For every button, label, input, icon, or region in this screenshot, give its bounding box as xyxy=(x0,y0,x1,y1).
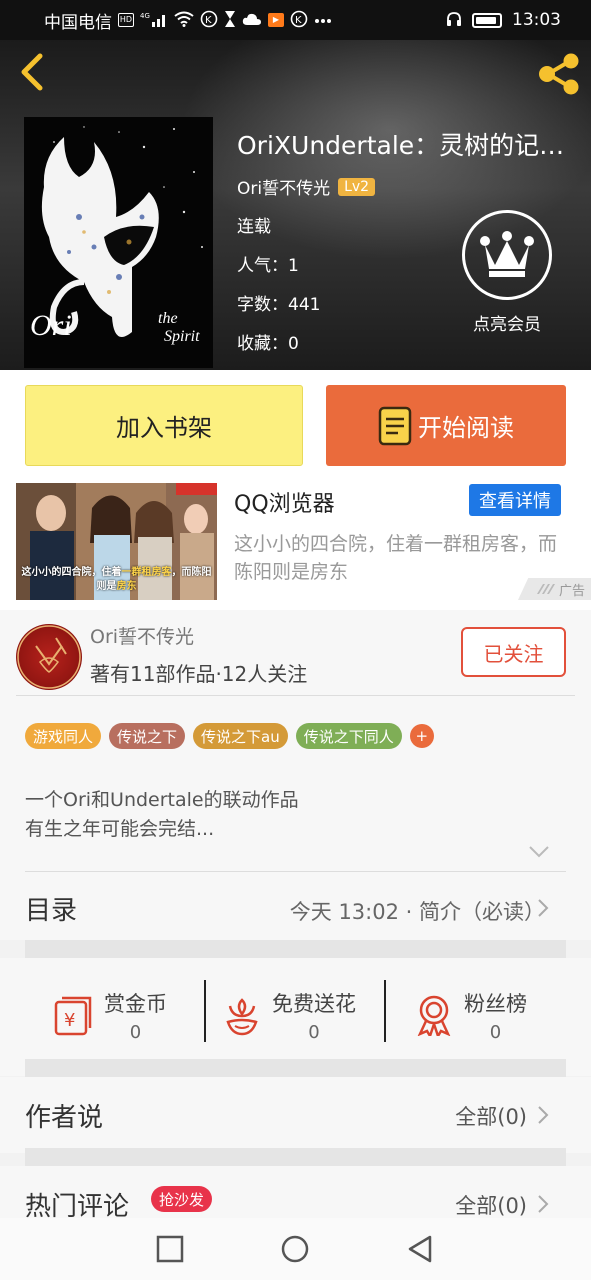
vip-button[interactable]: 点亮会员 xyxy=(462,210,552,335)
author-says-all: 全部(0) xyxy=(455,1105,527,1129)
book-description: 一个Ori和Undertale的联动作品 有生之年可能会完结... xyxy=(25,789,299,840)
cover-art-image: Ori the Spirit xyxy=(24,117,213,368)
author-name[interactable]: Ori誓不传光 xyxy=(90,622,194,649)
ad-details-button[interactable]: 查看详情 xyxy=(469,484,561,516)
cover-title-ori: Ori xyxy=(30,309,72,342)
svg-text:¥: ¥ xyxy=(64,1010,75,1031)
divider xyxy=(204,980,206,1042)
section-gap xyxy=(25,940,566,958)
toc-label: 目录 xyxy=(25,896,78,926)
flower-icon xyxy=(226,998,258,1036)
divider xyxy=(384,980,386,1042)
author-avatar[interactable] xyxy=(16,624,82,690)
headphones-icon xyxy=(446,11,462,30)
start-reading-label: 开始阅读 xyxy=(418,414,514,442)
fan-ranking[interactable]: 粉丝榜 0 xyxy=(414,980,527,1050)
gold-coin-label: 赏金币 xyxy=(104,991,167,1016)
ad-image[interactable]: 这小小的四合院，住着一群租房客，而陈阳 则是房东 xyxy=(16,483,217,600)
send-flower-reward[interactable]: 免费送花 0 xyxy=(222,980,356,1050)
k-app-icon-2: K xyxy=(290,10,308,31)
add-to-shelf-button[interactable]: 加入书架 xyxy=(25,385,303,466)
ad-title: QQ浏览器 xyxy=(234,492,335,517)
system-nav-bar xyxy=(0,1218,591,1280)
share-button[interactable] xyxy=(536,52,582,96)
k-app-icon: K xyxy=(200,10,218,31)
book-details: Ori誓不传光 著有11部作品·12人关注 已关注 游戏同人 传说之下 传说之下… xyxy=(0,610,591,940)
more-tags-button[interactable]: + xyxy=(409,724,434,748)
vip-label: 点亮会员 xyxy=(473,315,541,335)
chevron-right-icon xyxy=(538,899,549,917)
cover-title-the: the xyxy=(158,310,178,327)
fan-ranking-label: 粉丝榜 xyxy=(464,991,527,1016)
hourglass-icon xyxy=(224,10,236,31)
svg-text:4G: 4G xyxy=(140,12,150,20)
recent-apps-button[interactable] xyxy=(156,1235,184,1263)
book-author[interactable]: Ori誓不传光 xyxy=(237,174,330,199)
play-app-icon: ▶ xyxy=(268,13,284,27)
section-gap xyxy=(25,1059,566,1077)
home-button[interactable] xyxy=(281,1235,309,1263)
table-of-contents-row[interactable]: 目录 今天 13:02 · 简介（必读） xyxy=(0,872,591,940)
chevron-right-icon xyxy=(538,1106,549,1124)
book-title: OriXUndertale：灵树的记… xyxy=(237,131,565,160)
share-icon xyxy=(539,53,579,95)
toc-update-info: 今天 13:02 · 简介（必读） xyxy=(289,900,545,924)
start-reading-button[interactable]: 开始阅读 xyxy=(326,385,566,466)
ad-label: 广告 xyxy=(518,578,591,600)
ad-logo-icon xyxy=(536,584,555,594)
ad-banner[interactable]: 这小小的四合院，住着一群租房客，而陈阳 则是房东 QQ浏览器 查看详情 这小小的… xyxy=(0,480,591,610)
book-favorites: 收藏：0 xyxy=(237,334,299,354)
cover-title-spirit: Spirit xyxy=(164,328,200,345)
back-arrow-icon xyxy=(21,53,43,91)
crown-icon xyxy=(462,210,552,300)
send-flower-label: 免费送花 xyxy=(272,991,356,1016)
network-signal-icon: 4G xyxy=(140,11,168,30)
medal-icon xyxy=(417,995,451,1036)
follow-button[interactable]: 已关注 xyxy=(461,627,566,677)
ad-image-caption: 这小小的四合院，住着一群租房客，而陈阳 则是房东 xyxy=(21,567,212,592)
carrier-label: 中国电信 xyxy=(44,12,112,33)
author-says-row[interactable]: 作者说 全部(0) xyxy=(0,1077,591,1153)
action-bar: 加入书架 开始阅读 xyxy=(0,370,591,480)
book-cover[interactable]: Ori the Spirit xyxy=(24,117,213,368)
book-icon xyxy=(378,406,412,445)
hd-icon: HD xyxy=(118,13,134,27)
svg-text:K: K xyxy=(295,15,302,26)
gold-coin-reward[interactable]: ¥ 赏金币 0 xyxy=(52,980,167,1050)
tag-item[interactable]: 游戏同人 xyxy=(25,723,102,749)
tag-item[interactable]: 传说之下同人 xyxy=(295,723,402,749)
author-stats: 著有11部作品·12人关注 xyxy=(90,662,308,686)
divider xyxy=(16,695,575,696)
author-level-badge: Lv2 xyxy=(338,177,376,196)
author-says-label: 作者说 xyxy=(25,1103,104,1133)
back-nav-button[interactable] xyxy=(406,1235,434,1263)
section-gap xyxy=(25,1148,566,1166)
svg-text:K: K xyxy=(205,15,212,26)
hot-comments-all: 全部(0) xyxy=(455,1194,527,1218)
avatar-image xyxy=(17,625,81,689)
hot-comments-row[interactable]: 热门评论 抢沙发 全部(0) xyxy=(0,1166,591,1222)
book-header: Ori the Spirit OriXUndertale：灵树的记… Ori誓不… xyxy=(0,40,591,370)
status-bar: 中国电信 HD 4G K ▶ K 13:03 xyxy=(0,0,591,40)
gold-coin-count: 0 xyxy=(129,1021,142,1043)
gold-coin-icon: ¥ xyxy=(54,996,92,1036)
cloud-icon xyxy=(242,11,262,30)
fan-ranking-count: 0 xyxy=(489,1021,502,1043)
clock: 13:03 xyxy=(512,10,561,30)
grab-sofa-badge[interactable]: 抢沙发 xyxy=(151,1186,213,1212)
ad-description: 这小小的四合院，住着一群租房客，而陈阳则是房东 xyxy=(234,533,558,583)
battery-icon xyxy=(472,12,502,28)
tag-list: 游戏同人 传说之下 传说之下au 传说之下同人 + xyxy=(25,723,434,749)
tag-item[interactable]: 传说之下 xyxy=(109,723,186,749)
wifi-icon xyxy=(174,11,194,30)
chevron-right-icon xyxy=(538,1195,549,1213)
send-flower-count: 0 xyxy=(308,1021,320,1043)
back-button[interactable] xyxy=(14,52,48,92)
chevron-down-icon xyxy=(529,846,549,858)
more-dots-icon xyxy=(314,14,332,27)
tag-item[interactable]: 传说之下au xyxy=(193,723,288,749)
expand-description-button[interactable] xyxy=(528,844,550,860)
